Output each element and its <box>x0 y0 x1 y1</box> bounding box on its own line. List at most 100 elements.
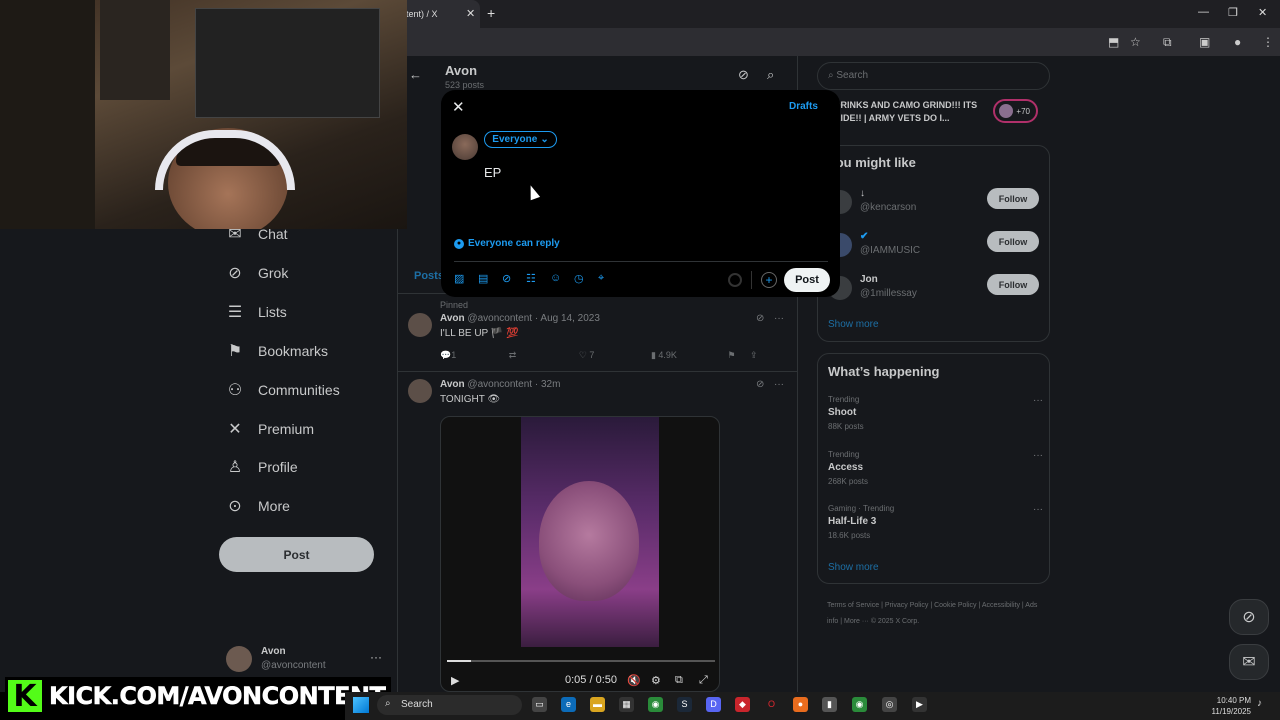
nav-more[interactable]: ⊙ More <box>226 496 290 516</box>
play-icon[interactable]: ▶ <box>451 674 459 687</box>
follow-button[interactable]: Follow <box>987 231 1039 252</box>
nav-lists[interactable]: ☰ Lists <box>226 302 287 322</box>
maximize-icon[interactable]: ❐ <box>1228 6 1238 19</box>
emoji-icon[interactable]: ☺ <box>550 272 561 284</box>
nav-profile[interactable]: ♙ Profile <box>226 457 298 477</box>
account-more-icon[interactable]: ··· <box>370 650 382 664</box>
grok-icon[interactable]: ⊘ <box>1229 599 1269 635</box>
install-app-icon[interactable]: ⬒ <box>1108 35 1119 49</box>
avatar <box>408 313 432 337</box>
add-post-icon[interactable]: + <box>761 272 777 288</box>
gif-icon[interactable]: ▤ <box>478 272 488 285</box>
trend-item[interactable]: Trending Shoot 88K posts ··· <box>828 395 1043 431</box>
nav-bookmarks[interactable]: ⚑ Bookmarks <box>226 341 328 361</box>
bookmark-icon[interactable]: ⚑ <box>727 350 735 360</box>
like-icon[interactable]: ♡ <box>579 350 587 360</box>
chrome-icon[interactable]: ◉ <box>648 697 663 712</box>
live-space-banner[interactable]: DRINKS AND CAMO GRIND!!! ITS RIDE!! | AR… <box>817 97 1050 129</box>
store-icon[interactable]: ▦ <box>619 697 634 712</box>
firefox-icon[interactable]: ● <box>793 697 808 712</box>
task-view-icon[interactable]: ▭ <box>532 697 547 712</box>
taskbar-search[interactable]: ⌕ Search <box>377 695 522 715</box>
suggested-user[interactable]: Jon @1millessay Follow <box>828 274 1043 304</box>
mute-icon[interactable]: 🔇 <box>627 674 641 687</box>
trend-item[interactable]: Trending Access 268K posts ··· <box>828 450 1043 486</box>
nav-communities[interactable]: ⚇ Communities <box>226 380 340 400</box>
follow-button[interactable]: Follow <box>987 188 1039 209</box>
obs-icon[interactable]: ◎ <box>882 697 897 712</box>
poll-icon[interactable]: ☷ <box>526 272 536 285</box>
show-more-link[interactable]: Show more <box>828 319 879 330</box>
pip-icon[interactable]: ⧉ <box>675 674 683 687</box>
media-player-icon[interactable]: ▶ <box>912 697 927 712</box>
settings-icon[interactable]: ⚙ <box>651 674 661 687</box>
browser-menu-icon[interactable]: ⋮ <box>1262 35 1274 49</box>
share-icon[interactable]: ⇪ <box>750 350 758 360</box>
messages-icon[interactable]: ✉ <box>1229 644 1269 680</box>
media-icon[interactable]: ▨ <box>454 272 464 285</box>
close-window-icon[interactable]: ✕ <box>1258 6 1267 19</box>
discord-icon[interactable]: D <box>706 697 721 712</box>
video-progress[interactable] <box>447 660 715 662</box>
more-icon[interactable]: ··· <box>774 379 784 390</box>
reply-setting[interactable]: ● Everyone can reply <box>454 238 560 249</box>
chrome-icon[interactable]: ◉ <box>852 697 867 712</box>
grok-icon[interactable]: ⊘ <box>756 313 764 324</box>
suggested-user[interactable]: ↓ @kencarson Follow <box>828 188 1043 218</box>
more-icon[interactable]: ··· <box>774 313 784 324</box>
tab-posts[interactable]: Posts <box>414 270 444 282</box>
trend-item[interactable]: Gaming · Trending Half-Life 3 18.6K post… <box>828 504 1043 540</box>
audience-selector[interactable]: Everyone ⌄ <box>484 131 557 148</box>
tweet-author[interactable]: Avon <box>440 313 465 324</box>
fullscreen-icon[interactable]: ⤢ <box>699 674 708 687</box>
edge-icon[interactable]: e <box>561 697 576 712</box>
side-panel-icon[interactable]: ▣ <box>1199 35 1210 49</box>
opera-icon[interactable]: O <box>764 697 779 712</box>
steam-icon[interactable]: S <box>677 697 692 712</box>
compose-textarea[interactable]: EP <box>484 165 501 180</box>
bookmark-star-icon[interactable]: ☆ <box>1130 35 1141 49</box>
grok-icon[interactable]: ⊘ <box>502 272 511 285</box>
tweet-video[interactable]: Avon @avoncontent · 32m ⊘ ··· TONIGHT 👁 <box>408 379 788 419</box>
location-icon[interactable]: ⌖ <box>598 272 604 285</box>
views-icon[interactable]: ▮ <box>651 350 656 360</box>
footer-links[interactable]: Terms of Service | Privacy Policy | Cook… <box>827 598 1047 630</box>
grok-icon[interactable]: ⊘ <box>738 67 749 83</box>
profile-avatar-icon[interactable]: ● <box>1234 35 1241 49</box>
close-tab-icon[interactable]: ✕ <box>466 7 475 20</box>
tweet-author[interactable]: Avon <box>440 379 465 390</box>
repost-icon[interactable]: ⇄ <box>509 350 517 360</box>
close-icon[interactable]: ✕ <box>452 98 465 116</box>
nav-grok[interactable]: ⊘ Grok <box>226 263 288 283</box>
more-icon[interactable]: ··· <box>1033 395 1043 406</box>
extensions-icon[interactable]: ⧉ <box>1163 35 1172 50</box>
search-icon[interactable]: ⌕ <box>767 67 774 83</box>
minimize-icon[interactable]: — <box>1198 6 1209 18</box>
drafts-button[interactable]: Drafts <box>789 101 818 112</box>
sidebar-post-button[interactable]: Post <box>219 537 374 572</box>
webcam-overlay <box>0 0 407 229</box>
reply-icon[interactable]: 💬 <box>440 350 451 360</box>
grok-icon[interactable]: ⊘ <box>756 379 764 390</box>
notification-icon[interactable]: ♪ <box>1257 698 1262 709</box>
compose-modal: ✕ Drafts Everyone ⌄ EP ● Everyone can repl… <box>441 90 840 297</box>
suggested-user[interactable]: ✔ @IAMMUSIC Follow <box>828 231 1043 261</box>
nav-premium[interactable]: ✕ Premium <box>226 419 314 439</box>
schedule-icon[interactable]: ◷ <box>574 272 584 285</box>
windows-start-icon[interactable] <box>353 697 369 713</box>
grok-icon: ⊘ <box>228 265 242 282</box>
more-icon[interactable]: ··· <box>1033 504 1043 515</box>
back-arrow-icon[interactable]: ← <box>409 67 422 82</box>
taskbar-clock[interactable]: 10:40 PM 11/19/2025 <box>1205 695 1251 717</box>
show-more-link[interactable]: Show more <box>828 562 879 573</box>
video-player[interactable]: ▶ 0:05 / 0:50 🔇 ⚙ ⧉ ⤢ <box>440 416 720 692</box>
follow-button[interactable]: Follow <box>987 274 1039 295</box>
tweet-pinned[interactable]: Avon @avoncontent · Aug 14, 2023 ⊘ ··· I… <box>408 313 788 368</box>
app-icon[interactable]: ◆ <box>735 697 750 712</box>
app-icon[interactable]: ▮ <box>822 697 837 712</box>
post-button[interactable]: Post <box>784 268 830 292</box>
search-input[interactable]: ⌕ Search <box>817 62 1050 90</box>
more-icon[interactable]: ··· <box>1033 450 1043 461</box>
file-explorer-icon[interactable]: ▬ <box>590 697 605 712</box>
new-tab-icon[interactable]: + <box>487 5 495 21</box>
